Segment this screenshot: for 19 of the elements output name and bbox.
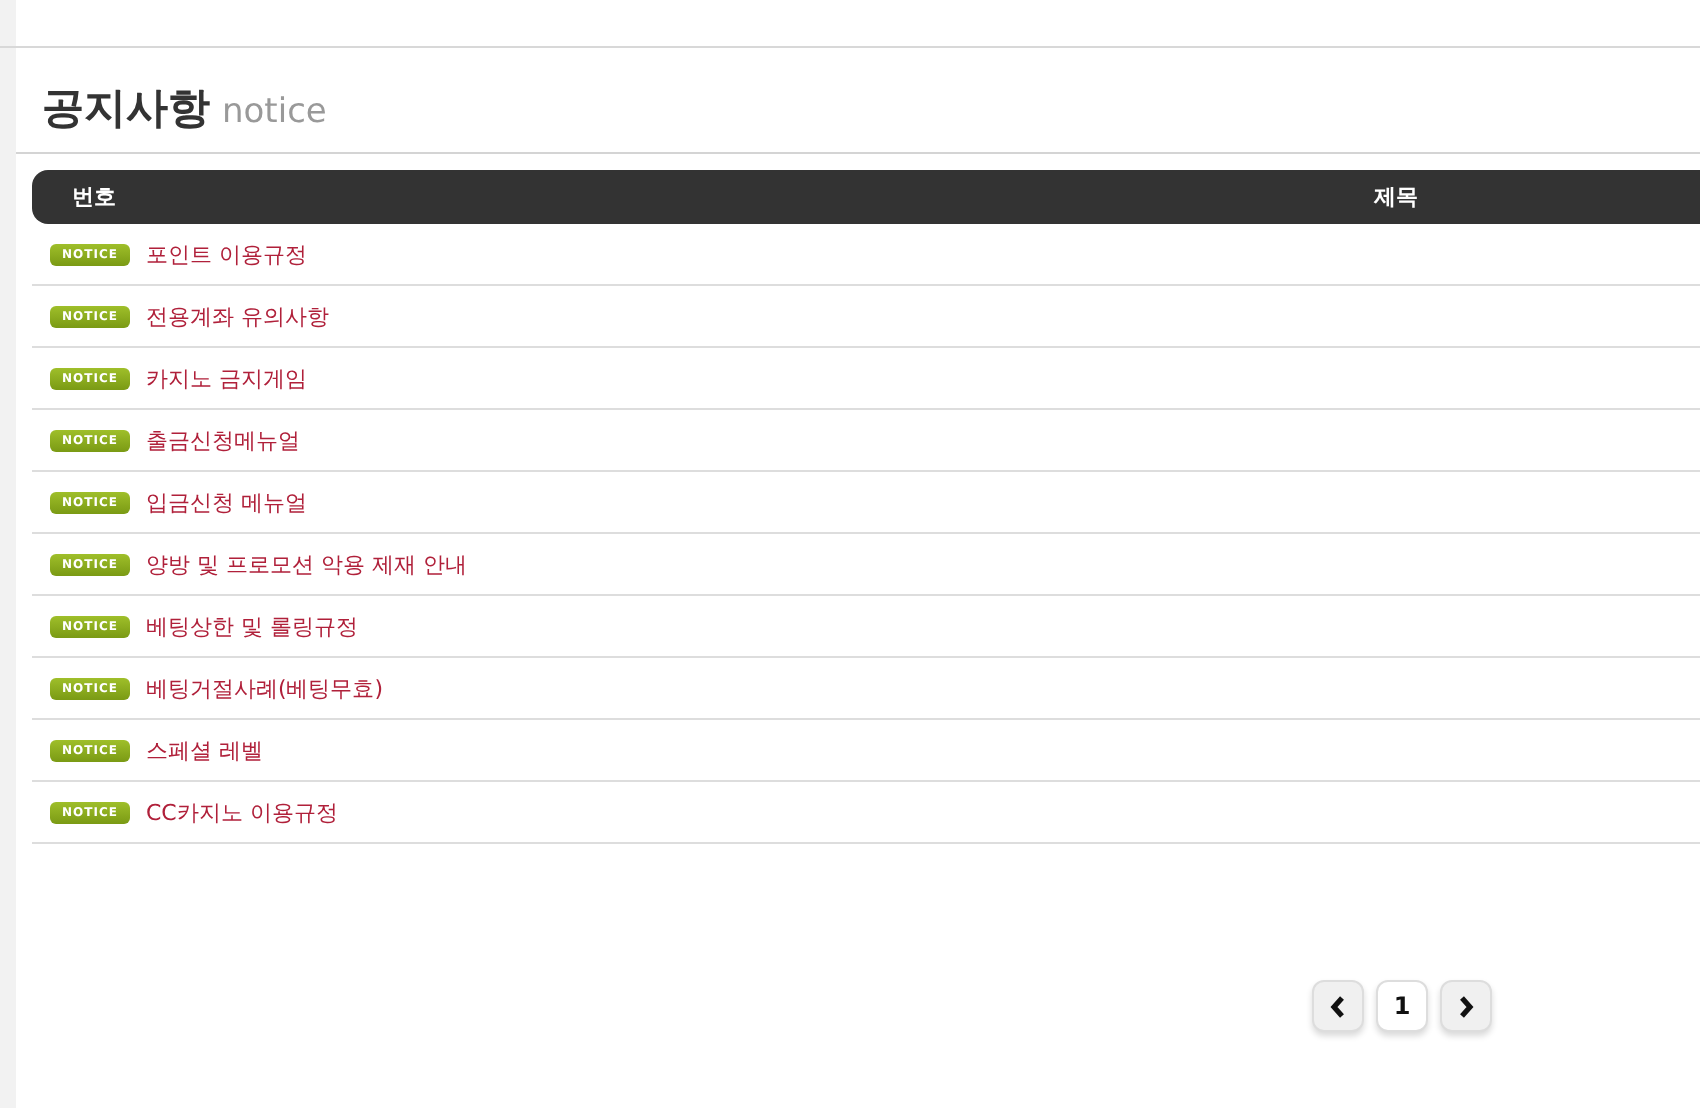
- post-link[interactable]: 베팅상한 및 롤링규정: [145, 611, 358, 641]
- column-header: 제목: [1372, 182, 1420, 212]
- post-link[interactable]: 스페셜 레벨: [145, 735, 263, 765]
- post-link[interactable]: 포인트 이용규정: [145, 239, 307, 269]
- page-subtitle: notice: [222, 92, 327, 132]
- post-link[interactable]: 전용계좌 유의사항: [145, 301, 329, 331]
- post-link[interactable]: 입금신청 메뉴얼: [145, 487, 307, 517]
- page-title: 공지사항: [42, 82, 210, 136]
- next-page-button[interactable]: [1440, 980, 1492, 1032]
- post-link[interactable]: 카지노 금지게임: [145, 363, 307, 393]
- page-button[interactable]: 1: [1376, 980, 1428, 1032]
- chevron-left-icon: [1330, 995, 1346, 1017]
- post-link[interactable]: 베팅거절사례(베팅무효): [145, 673, 384, 703]
- chevron-right-icon: [1458, 995, 1474, 1017]
- previous-page-button[interactable]: [1312, 980, 1364, 1032]
- post-link[interactable]: CC카지노 이용규정: [145, 797, 338, 827]
- column-header: 번호: [70, 182, 118, 212]
- post-link[interactable]: 양방 및 프로모션 악용 제재 안내: [145, 549, 467, 579]
- post-link[interactable]: 출금신청메뉴얼: [145, 425, 300, 455]
